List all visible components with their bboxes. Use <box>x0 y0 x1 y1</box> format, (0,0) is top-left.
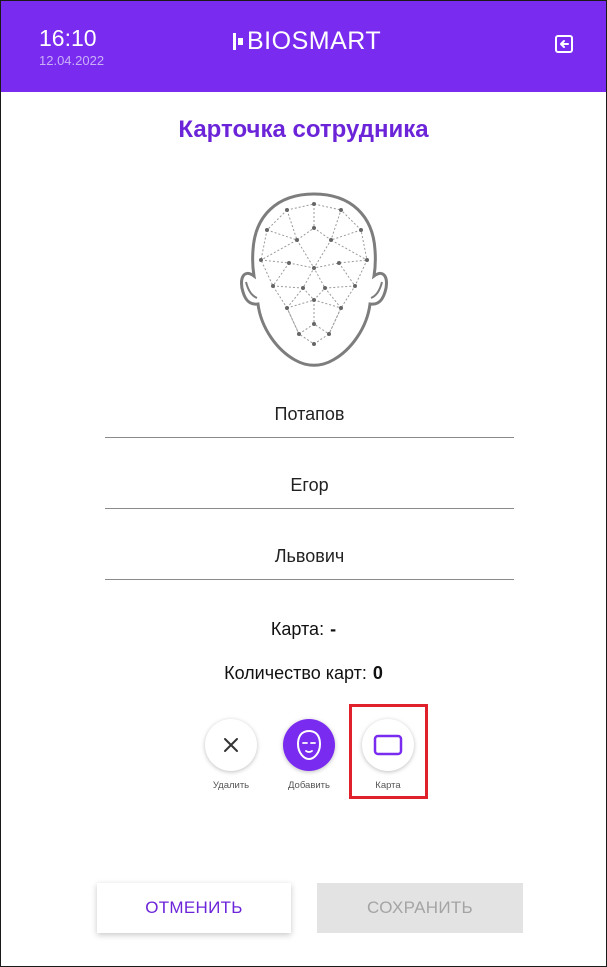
card-number-value: - <box>330 619 337 639</box>
highlight-box <box>349 704 428 799</box>
logo-mark-icon <box>233 32 243 50</box>
middle-name-field[interactable]: Львович <box>105 543 514 580</box>
app-screen: 16:10 12.04.2022 BIOSMART Карточка сотру… <box>0 0 607 967</box>
biosmart-logo: BIOSMART <box>233 26 381 56</box>
first-name-field[interactable]: Егор <box>105 472 514 509</box>
save-button[interactable]: СОХРАНИТЬ <box>317 883 523 933</box>
delete-button[interactable] <box>205 719 257 771</box>
clock-time: 16:10 <box>39 25 97 51</box>
exit-icon[interactable] <box>554 34 574 54</box>
last-name-field[interactable]: Потапов <box>105 401 514 438</box>
card-number-row: Карта: - <box>1 617 606 641</box>
delete-action[interactable]: Удалить <box>201 719 261 792</box>
close-icon <box>224 738 238 752</box>
logo-text: BIOSMART <box>247 27 382 55</box>
top-bar: 16:10 12.04.2022 BIOSMART <box>1 1 606 92</box>
cancel-button[interactable]: ОТМЕНИТЬ <box>97 883 291 933</box>
card-count-label: Количество карт: <box>224 663 367 683</box>
delete-label: Удалить <box>212 780 250 791</box>
add-face-button[interactable] <box>283 719 335 771</box>
add-face-action[interactable]: Добавить <box>279 719 339 792</box>
clock-date: 12.04.2022 <box>39 53 105 68</box>
card-count-value: 0 <box>372 663 383 683</box>
add-face-label: Добавить <box>288 780 330 791</box>
page-title: Карточка сотрудника <box>178 116 429 143</box>
card-number-label: Карта: <box>270 619 325 639</box>
face-icon <box>296 729 322 761</box>
face-mesh-icon <box>237 188 392 370</box>
card-count-row: Количество карт: 0 <box>1 661 606 685</box>
